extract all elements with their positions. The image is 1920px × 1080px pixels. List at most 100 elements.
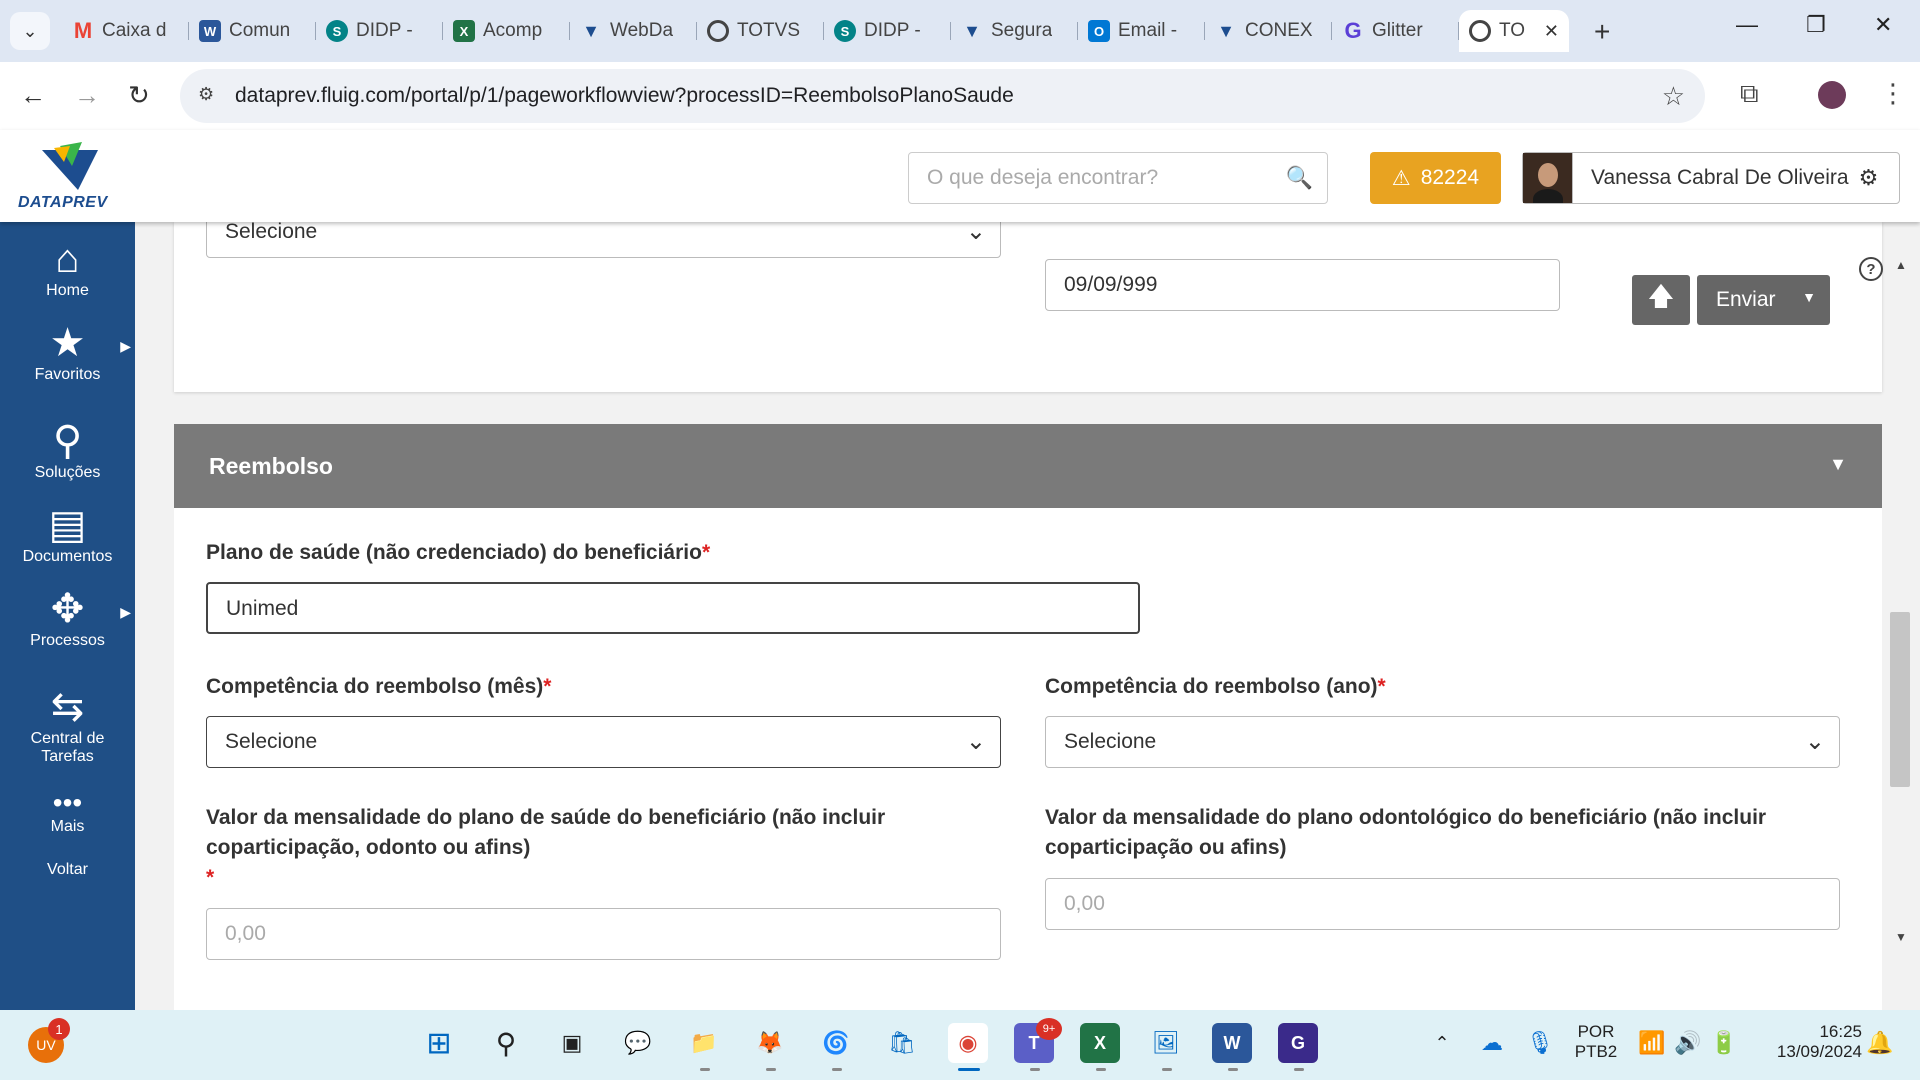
file-explorer-icon[interactable]: 📁 xyxy=(684,1023,724,1063)
select-value: Selecione xyxy=(1064,730,1157,753)
edge-icon[interactable]: 🌀 xyxy=(816,1023,856,1063)
scrollbar-thumb[interactable] xyxy=(1890,612,1910,787)
restore-window-button[interactable]: ❐ xyxy=(1806,12,1826,38)
word-icon: W xyxy=(199,20,221,42)
alerts-button[interactable]: ⚠ 82224 xyxy=(1370,152,1501,204)
search-input[interactable] xyxy=(927,166,1277,190)
gear-icon[interactable]: ⚙ xyxy=(1859,165,1879,191)
chrome-icon[interactable]: ◉ xyxy=(948,1023,988,1063)
chat-icon[interactable]: 💬 xyxy=(618,1023,658,1063)
glitter-icon[interactable]: G xyxy=(1278,1023,1318,1063)
reload-button[interactable]: ↻ xyxy=(128,80,150,111)
chevron-up-icon[interactable]: ⌃ xyxy=(1422,1023,1462,1063)
tab-search-button[interactable]: ⌄ xyxy=(10,12,50,50)
photos-icon[interactable]: 🖼 xyxy=(1146,1023,1186,1063)
send-button[interactable]: Enviar ▼ xyxy=(1697,275,1830,325)
volume-icon[interactable]: 🔊 xyxy=(1668,1023,1708,1063)
browser-profile-avatar[interactable] xyxy=(1818,81,1846,109)
word-icon[interactable]: W xyxy=(1212,1023,1252,1063)
top-select[interactable]: Selecione ⌄ xyxy=(206,222,1001,258)
task-view-icon[interactable]: ▣ xyxy=(552,1023,592,1063)
required-mark: * xyxy=(543,675,552,698)
browser-tab-active[interactable]: TO ✕ xyxy=(1459,10,1569,52)
help-icon[interactable]: ? xyxy=(1859,257,1883,281)
onedrive-icon[interactable]: ☁ xyxy=(1472,1023,1512,1063)
browser-tab[interactable]: ▼ WebDa xyxy=(570,10,697,52)
select-value: Selecione xyxy=(225,222,318,243)
tab-label: TOTVS xyxy=(737,20,800,41)
back-button[interactable]: ← xyxy=(20,80,46,111)
browser-tab[interactable]: TOTVS xyxy=(697,10,824,52)
mes-select[interactable]: Selecione ⌄ xyxy=(206,716,1001,768)
close-window-button[interactable]: ✕ xyxy=(1874,12,1892,38)
browser-menu-icon[interactable]: ⋮ xyxy=(1880,78,1906,109)
sharepoint-icon: S xyxy=(326,20,348,42)
sidebar-item-solucoes[interactable]: ⚲ Soluções xyxy=(0,418,135,482)
totvs-icon xyxy=(707,20,729,42)
mensalidade-saude-input[interactable]: 0,00 xyxy=(206,908,1001,960)
sharepoint-icon: S xyxy=(834,20,856,42)
mes-label-text: Competência do reembolso (mês) xyxy=(206,675,544,698)
scroll-to-top-button[interactable]: 🡅 xyxy=(1632,275,1690,325)
sidebar-item-home[interactable]: ⌂ Home xyxy=(0,236,135,300)
bookmark-star-icon[interactable]: ☆ xyxy=(1662,81,1685,112)
placeholder-text: 0,00 xyxy=(225,922,266,945)
store-icon[interactable]: 🛍 xyxy=(882,1023,922,1063)
address-bar[interactable]: ⚙ dataprev.fluig.com/portal/p/1/pagework… xyxy=(180,69,1705,123)
browser-tab[interactable]: G Glitter xyxy=(1332,10,1459,52)
running-indicator xyxy=(1162,1068,1172,1071)
search-icon[interactable]: ⚲ xyxy=(486,1023,526,1063)
new-tab-button[interactable]: + xyxy=(1594,16,1610,48)
scroll-up-arrow-icon[interactable]: ▲ xyxy=(1895,258,1907,272)
sidebar-item-documentos[interactable]: ▤ Documentos xyxy=(0,502,135,566)
browser-tab[interactable]: S DIDP - xyxy=(316,10,443,52)
collapse-caret-icon[interactable]: ▼ xyxy=(1829,454,1847,475)
user-name: Vanessa Cabral De Oliveira xyxy=(1591,166,1849,189)
mensalidade-odonto-label: Valor da mensalidade do plano odontológi… xyxy=(1045,803,1835,863)
date-field[interactable]: 09/09/999 xyxy=(1045,259,1560,311)
browser-tab[interactable]: ▼ CONEX xyxy=(1205,10,1332,52)
sidebar-item-central-de-tarefas[interactable]: ⇆ Central de Tarefas xyxy=(0,684,135,766)
forward-button[interactable]: → xyxy=(74,80,100,111)
badge-count: 9+ xyxy=(1042,1023,1056,1035)
browser-tab[interactable]: S DIDP - xyxy=(824,10,951,52)
browser-tab[interactable]: W Comun xyxy=(189,10,316,52)
browser-tab[interactable]: M Caixa d xyxy=(62,10,189,52)
excel-icon[interactable]: X xyxy=(1080,1023,1120,1063)
mes-label: Competência do reembolso (mês)* xyxy=(206,672,551,702)
browser-tab[interactable]: ▼ Segura xyxy=(951,10,1078,52)
search-icon[interactable]: 🔍 xyxy=(1286,165,1313,191)
section-title: Reembolso xyxy=(209,453,333,479)
site-info-icon[interactable]: ⚙ xyxy=(198,84,222,108)
home-icon: ⌂ xyxy=(55,237,80,281)
sidebar-item-favoritos[interactable]: ★ Favoritos ▶ xyxy=(0,320,135,384)
mensalidade-odonto-input[interactable]: 0,00 xyxy=(1045,878,1840,930)
date-text: 13/09/2024 xyxy=(1776,1042,1862,1061)
browser-tab[interactable]: X Acomp xyxy=(443,10,570,52)
sidebar-item-voltar[interactable]: Voltar xyxy=(0,861,135,879)
vertical-scrollbar[interactable]: ▲ ▼ xyxy=(1890,258,1912,944)
battery-icon[interactable]: 🔋 xyxy=(1704,1023,1744,1063)
user-menu[interactable]: Vanessa Cabral De Oliveira ⚙ xyxy=(1522,152,1900,204)
language-indicator[interactable]: POR PTB2 xyxy=(1572,1022,1620,1062)
sidebar-item-mais[interactable]: ••• Mais xyxy=(0,788,135,836)
close-tab-icon[interactable]: ✕ xyxy=(1544,21,1559,42)
minimize-window-button[interactable]: — xyxy=(1736,12,1758,38)
windows-start-icon[interactable]: ⊞ xyxy=(419,1023,459,1063)
scroll-down-arrow-icon[interactable]: ▼ xyxy=(1895,930,1907,944)
dataprev-logo[interactable]: DATAPREV xyxy=(18,142,118,212)
sidebar-item-processos[interactable]: ✥ Processos ▶ xyxy=(0,586,135,650)
browser-tab[interactable]: O Email - xyxy=(1078,10,1205,52)
microphone-icon[interactable]: 🎙 xyxy=(1520,1023,1560,1063)
section-header-reembolso[interactable]: Reembolso ▼ xyxy=(174,424,1882,508)
extensions-icon[interactable]: ⧉ xyxy=(1740,78,1759,110)
firefox-icon[interactable]: 🦊 xyxy=(750,1023,790,1063)
wifi-icon[interactable]: 📶 xyxy=(1632,1023,1672,1063)
caret-down-icon[interactable]: ▼ xyxy=(1802,289,1816,305)
plano-input[interactable]: Unimed xyxy=(206,582,1140,634)
ano-select[interactable]: Selecione ⌄ xyxy=(1045,716,1840,768)
clock[interactable]: 16:25 13/09/2024 xyxy=(1752,1022,1862,1062)
running-indicator xyxy=(1030,1068,1040,1071)
notifications-bell-icon[interactable]: 🔔 xyxy=(1860,1023,1900,1063)
sidebar-item-label: Soluções xyxy=(34,464,101,481)
